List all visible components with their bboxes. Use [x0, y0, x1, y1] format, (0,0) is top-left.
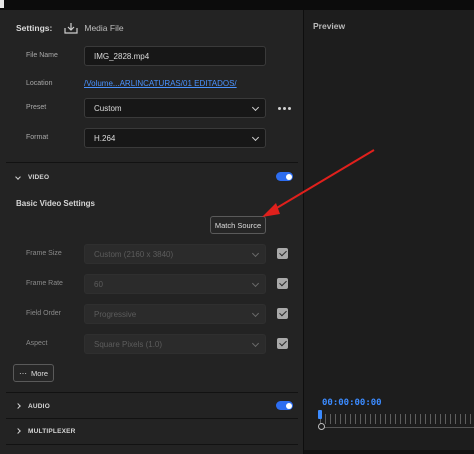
video-section-title: VIDEO [28, 174, 50, 181]
basic-video-settings-title: Basic Video Settings [16, 199, 95, 208]
aspect-checkbox[interactable] [277, 338, 288, 349]
preset-select[interactable]: Custom [84, 98, 266, 118]
divider [6, 418, 298, 419]
timecode[interactable]: 00:00:00:00 [322, 398, 382, 408]
file-name-row: File Name IMG_2828.mp4 [0, 46, 304, 66]
preview-title: Preview [313, 21, 346, 31]
aspect-label: Aspect [26, 340, 48, 347]
playhead[interactable] [318, 410, 322, 419]
aspect-select[interactable]: Square Pixels (1.0) [84, 334, 266, 354]
format-select[interactable]: H.264 [84, 128, 266, 148]
match-source-button[interactable]: Match Source [210, 216, 266, 234]
frame-size-label: Frame Size [26, 250, 62, 257]
preview-panel: Preview 00:00:00:00 [304, 10, 474, 454]
scrub-handle[interactable] [318, 423, 325, 430]
ellipsis-icon: ⋯ [18, 368, 27, 378]
divider [6, 444, 298, 445]
more-options-icon[interactable] [278, 102, 292, 114]
format-row: Format H.264 [0, 128, 304, 148]
divider [6, 162, 298, 163]
format-label: Format [26, 134, 49, 141]
multiplexer-section-header[interactable]: MULTIPLEXER [0, 424, 304, 442]
location-link[interactable]: /Volume...ARLINCATURAS/01 EDITADOS/ [84, 79, 237, 88]
preset-label: Preset [26, 104, 47, 111]
file-name-input[interactable]: IMG_2828.mp4 [84, 46, 266, 66]
timeline-ruler[interactable] [320, 414, 474, 424]
video-section-header[interactable]: VIDEO [0, 170, 304, 188]
frame-rate-select[interactable]: 60 [84, 274, 266, 294]
more-label: More [30, 368, 49, 378]
chevron-down-icon[interactable] [15, 174, 21, 180]
frame-rate-checkbox[interactable] [277, 278, 288, 289]
settings-header: Settings: Media File [16, 21, 124, 35]
video-toggle[interactable] [276, 172, 293, 181]
location-label: Location [26, 80, 53, 87]
scrub-track[interactable] [322, 427, 474, 428]
chevron-right-icon[interactable] [15, 428, 21, 434]
top-bar-marker [0, 0, 4, 8]
location-row: Location /Volume...ARLINCATURAS/01 EDITA… [0, 74, 304, 94]
window-top-bar [0, 0, 474, 10]
audio-section-title: AUDIO [28, 403, 50, 410]
aspect-row: Aspect Square Pixels (1.0) [0, 334, 304, 354]
frame-size-checkbox[interactable] [277, 248, 288, 259]
media-file-label[interactable]: Media File [84, 23, 123, 33]
multiplexer-section-title: MULTIPLEXER [28, 428, 76, 435]
frame-rate-row: Frame Rate 60 [0, 274, 304, 294]
frame-size-row: Frame Size Custom (2160 x 3840) [0, 244, 304, 264]
field-order-select[interactable]: Progressive [84, 304, 266, 324]
file-name-label: File Name [26, 52, 58, 59]
field-order-checkbox[interactable] [277, 308, 288, 319]
preset-row: Preset Custom [0, 98, 304, 118]
field-order-label: Field Order [26, 310, 62, 317]
divider [6, 392, 298, 393]
settings-label: Settings: [16, 23, 53, 33]
export-file-icon[interactable] [64, 22, 78, 34]
frame-size-select[interactable]: Custom (2160 x 3840) [84, 244, 266, 264]
field-order-row: Field Order Progressive [0, 304, 304, 324]
audio-toggle[interactable] [276, 401, 293, 410]
export-settings-panel: Settings: Media File File Name IMG_2828.… [0, 10, 304, 454]
preview-bottom-bar [304, 450, 474, 454]
more-button[interactable]: ⋯ More [13, 364, 54, 382]
audio-section-header[interactable]: AUDIO [0, 399, 304, 417]
chevron-right-icon[interactable] [15, 403, 21, 409]
frame-rate-label: Frame Rate [26, 280, 63, 287]
